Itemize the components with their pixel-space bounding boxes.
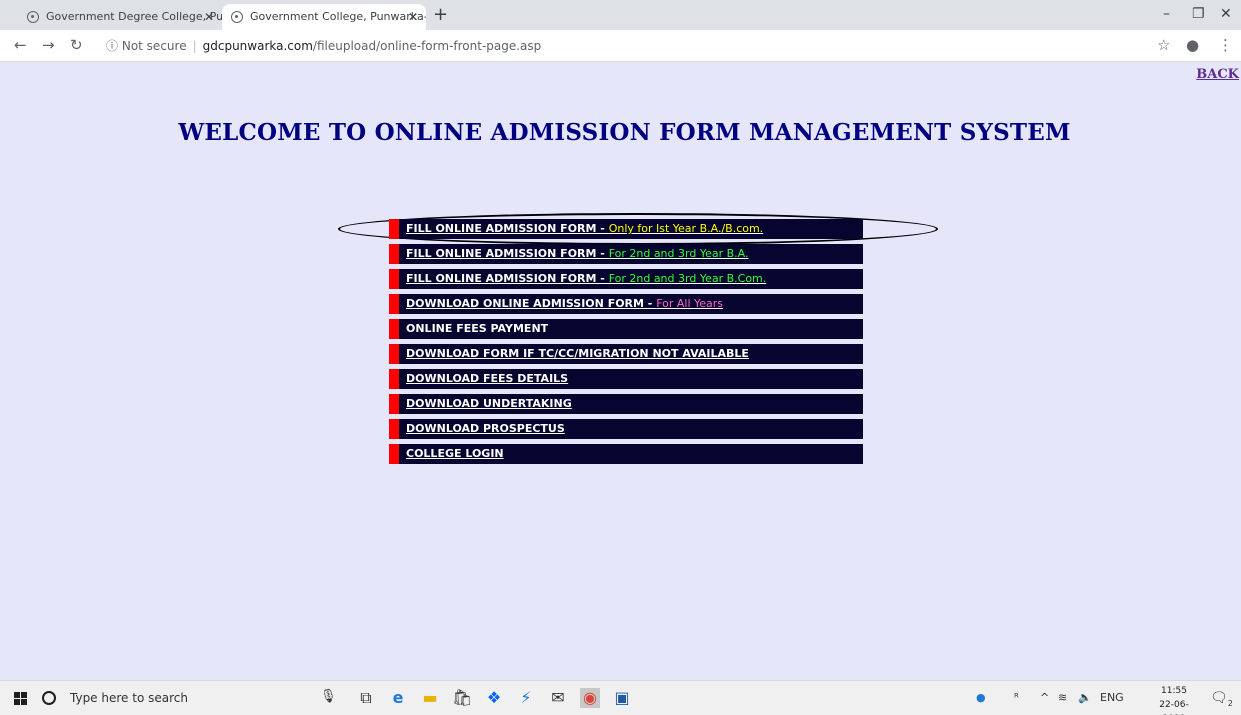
menu-item[interactable]: DOWNLOAD ONLINE ADMISSION FORM - For All… [389,294,863,314]
taskbar-search[interactable]: Type here to search [40,681,280,715]
page-title: WELCOME TO ONLINE ADMISSION FORM MANAGEM… [178,119,1071,146]
menu-highlight: For 2nd and 3rd Year B.Com. [608,272,767,285]
reload-icon[interactable]: ↻ [70,36,83,54]
menu-marker [389,294,399,314]
menu-link[interactable]: FILL ONLINE ADMISSION FORM - For 2nd and… [406,247,748,260]
people-icon[interactable]: ᴿ [1014,691,1019,704]
close-window-button[interactable]: ✕ [1220,6,1232,22]
new-tab-button[interactable]: + [433,4,448,26]
menu-link[interactable]: DOWNLOAD UNDERTAKING [406,397,572,410]
chrome-icon[interactable]: ◉ [580,688,600,708]
menu-link[interactable]: DOWNLOAD FEES DETAILS [406,372,568,385]
windows-taskbar: Type here to search 🎙 ⧉ e ▬ 🛍 ❖ ⚡ ✉ ◉ ▣ … [0,680,1241,715]
minimize-button[interactable]: – [1163,6,1170,22]
menu-list: FILL ONLINE ADMISSION FORM - Only for Is… [389,219,863,469]
divider: | [192,39,197,53]
menu-marker [389,394,399,414]
menu-link[interactable]: ONLINE FEES PAYMENT [406,322,548,335]
language-indicator[interactable]: ENG [1100,691,1124,704]
menu-kebab-icon[interactable]: ⋮ [1218,36,1233,54]
menu-marker [389,269,399,289]
menu-item[interactable]: DOWNLOAD FORM IF TC/CC/MIGRATION NOT AVA… [389,344,863,364]
globe-icon [27,11,39,23]
search-placeholder: Type here to search [70,691,188,705]
menu-item[interactable]: FILL ONLINE ADMISSION FORM - Only for Is… [389,219,863,239]
tab-title: Government College, Punwarka- [250,10,426,23]
back-link[interactable]: BACK [1196,67,1239,82]
cortana-icon [42,691,56,705]
back-arrow-icon[interactable]: ← [14,36,27,54]
volume-icon[interactable]: 🔈 [1078,691,1092,704]
chevron-up-icon[interactable]: ^ [1040,691,1049,704]
menu-marker [389,419,399,439]
file-explorer-icon[interactable]: ▬ [420,688,440,708]
windows-start-icon[interactable] [14,692,28,706]
menu-item[interactable]: COLLEGE LOGIN [389,444,863,464]
clock-date: 22-06-2019 [1159,700,1189,715]
menu-link[interactable]: FILL ONLINE ADMISSION FORM - Only for Is… [406,222,763,235]
account-icon[interactable]: ● [1186,36,1199,54]
menu-marker [389,319,399,339]
mail-icon[interactable]: ✉ [548,688,568,708]
page-content: BACK WELCOME TO ONLINE ADMISSION FORM MA… [8,63,1241,680]
tab-title: Government Degree College, Pun [46,10,222,23]
browser-tabstrip: Government Degree College, Pun ✕ Governm… [0,0,1241,30]
menu-item[interactable]: DOWNLOAD FEES DETAILS [389,369,863,389]
forward-arrow-icon[interactable]: → [42,36,55,54]
info-icon[interactable]: ⓘ [106,39,118,53]
task-view-icon[interactable]: ⧉ [356,688,376,708]
menu-item[interactable]: FILL ONLINE ADMISSION FORM - For 2nd and… [389,244,863,264]
menu-item[interactable]: DOWNLOAD PROSPECTUS [389,419,863,439]
dropbox-icon[interactable]: ❖ [484,688,504,708]
wifi-icon[interactable]: ≋ [1058,691,1067,704]
menu-link[interactable]: FILL ONLINE ADMISSION FORM - For 2nd and… [406,272,766,285]
address-bar[interactable]: ⓘ Not secure | gdcpunwarka.com/fileupload/… [106,34,1146,58]
menu-marker [389,369,399,389]
clock-time: 11:55 [1161,686,1187,696]
menu-item[interactable]: DOWNLOAD UNDERTAKING [389,394,863,414]
menu-highlight: For 2nd and 3rd Year B.A. [608,247,749,260]
edge-browser-icon[interactable]: e [388,688,408,708]
maximize-button[interactable]: ❐ [1192,6,1205,22]
app-icon[interactable]: ⚡ [516,688,536,708]
store-icon[interactable]: 🛍 [452,688,472,708]
url-host: gdcpunwarka.com [202,39,313,53]
notification-icon[interactable]: 🗨2 [1210,690,1233,708]
system-clock[interactable]: 11:55 22-06-2019 [1148,684,1200,715]
menu-link[interactable]: COLLEGE LOGIN [406,447,504,460]
app-window-icon[interactable]: ▣ [612,688,632,708]
menu-item[interactable]: FILL ONLINE ADMISSION FORM - For 2nd and… [389,269,863,289]
menu-marker [389,219,399,239]
url-path: /fileupload/online-form-front-page.asp [312,39,542,53]
menu-link[interactable]: DOWNLOAD ONLINE ADMISSION FORM - For All… [406,297,723,310]
microphone-icon[interactable]: 🎙 [320,689,337,704]
menu-marker [389,244,399,264]
menu-highlight: Only for Ist Year B.A./B.com. [608,222,764,235]
browser-tab-active[interactable]: Government College, Punwarka- ✕ [222,4,426,30]
close-tab-icon[interactable]: ✕ [204,4,214,30]
browser-tab[interactable]: Government Degree College, Pun ✕ [18,4,222,30]
menu-highlight: For All Years [656,297,724,310]
menu-marker [389,444,399,464]
menu-item[interactable]: ONLINE FEES PAYMENT [389,319,863,339]
close-tab-icon[interactable]: ✕ [408,4,418,30]
notification-count: 2 [1227,698,1233,708]
bookmark-star-icon[interactable]: ☆ [1157,36,1170,54]
globe-icon [231,11,243,23]
menu-link[interactable]: DOWNLOAD PROSPECTUS [406,422,565,435]
menu-marker [389,344,399,364]
help-icon[interactable]: ● [976,691,986,704]
security-label: Not secure [121,39,187,53]
menu-link[interactable]: DOWNLOAD FORM IF TC/CC/MIGRATION NOT AVA… [406,347,749,360]
